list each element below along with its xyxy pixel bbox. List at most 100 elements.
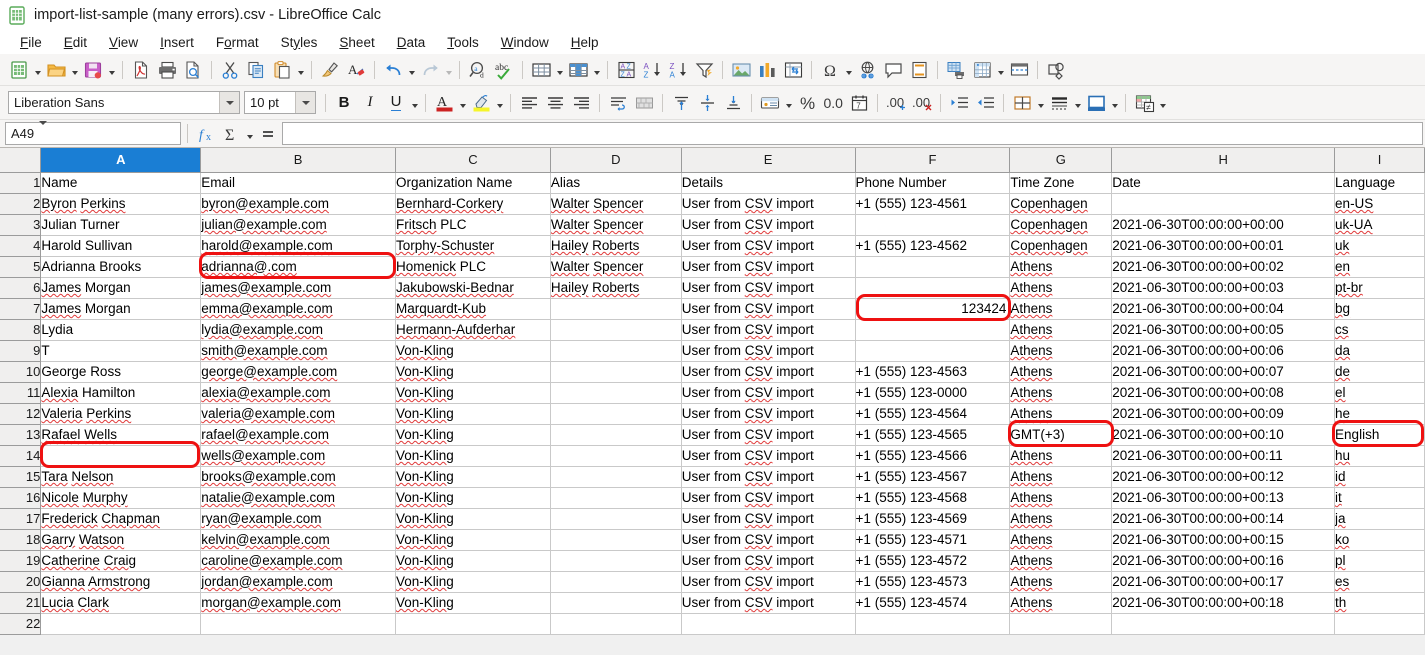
cell-E6[interactable]: User from CSV import bbox=[681, 277, 856, 299]
cell-G12[interactable]: Athens bbox=[1009, 403, 1113, 425]
row-header-2[interactable]: 2 bbox=[0, 193, 42, 215]
cell-A18[interactable]: Garry Watson bbox=[40, 529, 202, 551]
cell-B22[interactable] bbox=[200, 613, 396, 635]
cell-F9[interactable] bbox=[855, 340, 1011, 362]
row-header-11[interactable]: 11 bbox=[0, 382, 42, 404]
row-header-18[interactable]: 18 bbox=[0, 529, 42, 551]
cell-D20[interactable] bbox=[550, 571, 682, 593]
row-header-16[interactable]: 16 bbox=[0, 487, 42, 509]
row-header-13[interactable]: 13 bbox=[0, 424, 42, 446]
undo-icon[interactable] bbox=[380, 57, 406, 83]
cell-D18[interactable] bbox=[550, 529, 682, 551]
cell-F17[interactable]: +1 (555) 123-4569 bbox=[855, 508, 1011, 530]
highlighting-color-dropdown[interactable] bbox=[494, 90, 505, 116]
cell-E13[interactable]: User from CSV import bbox=[681, 424, 856, 446]
cell-D5[interactable]: Walter Spencer bbox=[550, 256, 682, 278]
cell-I21[interactable]: th bbox=[1334, 592, 1425, 614]
cell-E16[interactable]: User from CSV import bbox=[681, 487, 856, 509]
menu-tools[interactable]: Tools bbox=[436, 33, 490, 52]
align-center-vertically-icon[interactable] bbox=[694, 90, 720, 116]
cell-D4[interactable]: Hailey Roberts bbox=[550, 235, 682, 257]
cell-E1[interactable]: Details bbox=[681, 172, 856, 194]
autofilter-icon[interactable] bbox=[691, 57, 717, 83]
cell-D11[interactable] bbox=[550, 382, 682, 404]
row-header-21[interactable]: 21 bbox=[0, 592, 42, 614]
cell-H3[interactable]: 2021-06-30T00:00:00+00:00 bbox=[1111, 214, 1336, 236]
cell-A12[interactable]: Valeria Perkins bbox=[40, 403, 202, 425]
column-header-h[interactable]: H bbox=[1111, 148, 1336, 173]
cell-C21[interactable]: Von-Kling bbox=[395, 592, 551, 614]
redo-dropdown[interactable] bbox=[443, 57, 454, 83]
row-header-8[interactable]: 8 bbox=[0, 319, 42, 341]
cell-H7[interactable]: 2021-06-30T00:00:00+00:04 bbox=[1111, 298, 1336, 320]
cell-A21[interactable]: Lucia Clark bbox=[40, 592, 202, 614]
cell-A5[interactable]: Adrianna Brooks bbox=[40, 256, 202, 278]
background-color-icon[interactable] bbox=[1083, 90, 1109, 116]
cell-F21[interactable]: +1 (555) 123-4574 bbox=[855, 592, 1011, 614]
cell-A9[interactable]: T bbox=[40, 340, 202, 362]
cell-F5[interactable] bbox=[855, 256, 1011, 278]
formula-input-line[interactable] bbox=[282, 122, 1423, 145]
decrease-indent-icon[interactable] bbox=[972, 90, 998, 116]
align-left-icon[interactable] bbox=[516, 90, 542, 116]
cell-I1[interactable]: Language bbox=[1334, 172, 1425, 194]
row-header-15[interactable]: 15 bbox=[0, 466, 42, 488]
cell-I10[interactable]: de bbox=[1334, 361, 1425, 383]
cell-B2[interactable]: byron@example.com bbox=[200, 193, 396, 215]
menu-window[interactable]: Window bbox=[490, 33, 560, 52]
cell-H15[interactable]: 2021-06-30T00:00:00+00:12 bbox=[1111, 466, 1336, 488]
cell-B15[interactable]: brooks@example.com bbox=[200, 466, 396, 488]
cell-F10[interactable]: +1 (555) 123-4563 bbox=[855, 361, 1011, 383]
cell-B19[interactable]: caroline@example.com bbox=[200, 550, 396, 572]
cell-D17[interactable] bbox=[550, 508, 682, 530]
freeze-rows-columns-icon[interactable] bbox=[969, 57, 995, 83]
cell-H4[interactable]: 2021-06-30T00:00:00+00:01 bbox=[1111, 235, 1336, 257]
row-header-3[interactable]: 3 bbox=[0, 214, 42, 236]
paste-dropdown[interactable] bbox=[295, 57, 306, 83]
cell-F16[interactable]: +1 (555) 123-4568 bbox=[855, 487, 1011, 509]
cell-G14[interactable]: Athens bbox=[1009, 445, 1113, 467]
cell-H16[interactable]: 2021-06-30T00:00:00+00:13 bbox=[1111, 487, 1336, 509]
special-character-icon[interactable]: Ω bbox=[817, 57, 843, 83]
row-header-14[interactable]: 14 bbox=[0, 445, 42, 467]
cell-I18[interactable]: ko bbox=[1334, 529, 1425, 551]
cell-H2[interactable] bbox=[1111, 193, 1336, 215]
cell-D21[interactable] bbox=[550, 592, 682, 614]
font-color-icon[interactable]: A bbox=[431, 90, 457, 116]
menu-edit[interactable]: Edit bbox=[53, 33, 98, 52]
menu-sheet[interactable]: Sheet bbox=[328, 33, 385, 52]
cell-H17[interactable]: 2021-06-30T00:00:00+00:14 bbox=[1111, 508, 1336, 530]
column-header-e[interactable]: E bbox=[681, 148, 856, 173]
cell-F11[interactable]: +1 (555) 123-0000 bbox=[855, 382, 1011, 404]
cell-A3[interactable]: Julian Turner bbox=[40, 214, 202, 236]
cell-E18[interactable]: User from CSV import bbox=[681, 529, 856, 551]
cell-B9[interactable]: smith@example.com bbox=[200, 340, 396, 362]
cell-C19[interactable]: Von-Kling bbox=[395, 550, 551, 572]
merge-cells-icon[interactable] bbox=[631, 90, 657, 116]
define-print-area-icon[interactable] bbox=[943, 57, 969, 83]
cell-E15[interactable]: User from CSV import bbox=[681, 466, 856, 488]
cell-G9[interactable]: Athens bbox=[1009, 340, 1113, 362]
cell-A22[interactable] bbox=[40, 613, 202, 635]
cell-D9[interactable] bbox=[550, 340, 682, 362]
cell-G19[interactable]: Athens bbox=[1009, 550, 1113, 572]
cell-H14[interactable]: 2021-06-30T00:00:00+00:11 bbox=[1111, 445, 1336, 467]
freeze-dropdown[interactable] bbox=[995, 57, 1006, 83]
cell-E4[interactable]: User from CSV import bbox=[681, 235, 856, 257]
bold-button[interactable]: B bbox=[331, 90, 357, 116]
font-size-combobox[interactable]: 10 pt bbox=[244, 91, 316, 114]
row-column-dropdown[interactable] bbox=[591, 57, 602, 83]
comment-icon[interactable] bbox=[880, 57, 906, 83]
cell-I4[interactable]: uk bbox=[1334, 235, 1425, 257]
cell-H9[interactable]: 2021-06-30T00:00:00+00:06 bbox=[1111, 340, 1336, 362]
cell-C8[interactable]: Hermann-Aufderhar bbox=[395, 319, 551, 341]
cell-F2[interactable]: +1 (555) 123-4561 bbox=[855, 193, 1011, 215]
select-all-corner[interactable] bbox=[0, 148, 42, 173]
cell-A20[interactable]: Gianna Armstrong bbox=[40, 571, 202, 593]
cell-B7[interactable]: emma@example.com bbox=[200, 298, 396, 320]
cell-F15[interactable]: +1 (555) 123-4567 bbox=[855, 466, 1011, 488]
cell-G15[interactable]: Athens bbox=[1009, 466, 1113, 488]
row-header-22[interactable]: 22 bbox=[0, 613, 42, 635]
cell-F14[interactable]: +1 (555) 123-4566 bbox=[855, 445, 1011, 467]
cell-I20[interactable]: es bbox=[1334, 571, 1425, 593]
